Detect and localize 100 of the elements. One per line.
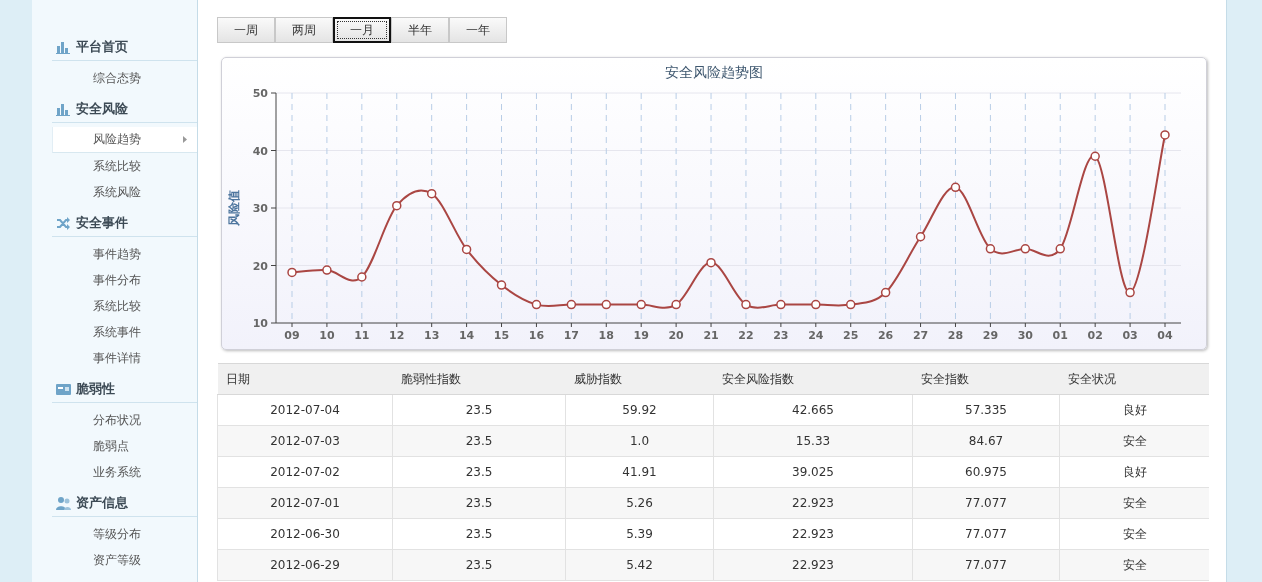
data-point (671, 299, 681, 310)
axis-label: 24 (808, 329, 824, 342)
table-cell: 22.923 (713, 487, 913, 519)
table-cell: 42.665 (713, 394, 913, 426)
table-cell: 1.0 (565, 425, 714, 457)
axis-label: 03 (1122, 329, 1138, 342)
nav-group-title: 安全事件 (76, 214, 128, 232)
table-cell: 57.335 (912, 394, 1060, 426)
card-icon (56, 382, 71, 396)
table-cell: 77.077 (912, 518, 1060, 550)
data-point (601, 299, 612, 310)
data-point (1090, 151, 1100, 161)
range-button[interactable]: 一月 (333, 17, 391, 43)
data-point (1160, 130, 1170, 140)
axis-label: 21 (703, 329, 719, 342)
column-header: 威胁指数 (565, 363, 714, 395)
table-cell: 39.025 (713, 456, 913, 488)
table-cell: 77.077 (912, 487, 1060, 519)
table-cell: 84.67 (912, 425, 1060, 457)
axis-label: 27 (912, 329, 929, 342)
nav-item[interactable]: 事件详情 (52, 345, 197, 371)
nav-item[interactable]: 业务系统 (52, 459, 197, 485)
data-point (357, 272, 367, 282)
nav-item[interactable]: 等级分布 (52, 521, 197, 547)
data-point (985, 244, 996, 254)
bar-chart-icon (56, 40, 71, 54)
axis-label: 04 (1157, 329, 1173, 342)
table-cell: 5.39 (565, 518, 714, 550)
table-cell: 2012-07-03 (217, 425, 393, 457)
nav-item[interactable]: 分布状况 (52, 407, 197, 433)
nav-item[interactable]: 系统比较 (52, 293, 197, 319)
data-point (706, 257, 716, 268)
column-header: 脆弱性指数 (392, 363, 566, 395)
axis-label: 20 (252, 259, 268, 273)
data-point (811, 299, 821, 310)
data-point (950, 182, 961, 193)
nav-item[interactable]: 事件趋势 (52, 241, 197, 267)
nav-group-title: 资产信息 (76, 494, 128, 512)
table-cell: 22.923 (713, 549, 913, 581)
table-cell: 2012-07-01 (217, 487, 393, 519)
axis-label: 11 (354, 329, 370, 342)
nav-item[interactable]: 系统比较 (52, 153, 197, 179)
column-header: 日期 (217, 363, 393, 395)
table-cell: 23.5 (392, 456, 566, 488)
data-point (1020, 244, 1031, 254)
table-cell: 23.5 (392, 549, 566, 581)
nav-item[interactable]: 风险趋势 (52, 127, 197, 153)
axis-label: 19 (633, 329, 649, 342)
axis-title: 风险值 (227, 190, 241, 226)
table-cell: 2012-07-02 (217, 456, 393, 488)
shuffle-icon (56, 216, 71, 230)
data-point (461, 244, 472, 255)
column-header: 安全状况 (1059, 363, 1209, 395)
table-cell: 安全 (1059, 425, 1209, 457)
axis-label: 25 (843, 329, 859, 342)
data-point (880, 287, 891, 298)
table-cell: 77.077 (912, 549, 1060, 581)
range-button[interactable]: 两周 (275, 17, 333, 43)
data-point (426, 188, 437, 199)
axis-label: 18 (598, 329, 614, 342)
axis-label: 16 (528, 329, 545, 342)
range-button[interactable]: 一周 (217, 17, 275, 43)
data-point (1055, 244, 1065, 254)
axis-label: 26 (878, 329, 894, 342)
table-cell: 2012-07-04 (217, 394, 393, 426)
axis-label: 17 (563, 329, 579, 342)
range-button[interactable]: 一年 (449, 17, 507, 43)
data-point (531, 299, 542, 310)
data-point (845, 299, 856, 310)
table-cell: 安全 (1059, 549, 1209, 581)
axis-label: 40 (252, 144, 268, 158)
chart-title: 安全风险趋势图 (665, 64, 763, 80)
data-point (636, 299, 646, 310)
data-point (776, 299, 786, 310)
nav-item[interactable]: 系统风险 (52, 179, 197, 205)
nav-group-title: 脆弱性 (76, 380, 115, 398)
axis-label: 10 (319, 329, 335, 342)
table-cell: 2012-06-29 (217, 549, 393, 581)
bar-chart-icon (56, 102, 71, 116)
data-point (392, 200, 402, 211)
nav-group-title: 安全风险 (76, 100, 128, 118)
nav-item[interactable]: 资产等级 (52, 547, 197, 573)
axis-label: 30 (252, 202, 268, 215)
table-cell: 23.5 (392, 487, 566, 519)
nav-item[interactable]: 脆弱点 (52, 433, 197, 459)
nav-item[interactable]: 系统事件 (52, 319, 197, 345)
table-cell: 23.5 (392, 394, 566, 426)
data-point (566, 299, 577, 310)
table-cell: 22.923 (713, 518, 913, 550)
axis-label: 29 (982, 329, 999, 342)
axis-label: 23 (773, 329, 789, 342)
nav-item[interactable]: 综合态势 (52, 65, 197, 91)
table-cell: 41.91 (565, 456, 714, 488)
nav-item[interactable]: 事件分布 (52, 267, 197, 293)
axis-label: 22 (738, 329, 754, 342)
caret-icon (183, 136, 187, 143)
table-cell: 5.26 (565, 487, 714, 519)
axis-label: 28 (947, 329, 964, 342)
axis-label: 02 (1087, 329, 1103, 342)
range-button[interactable]: 半年 (391, 17, 449, 43)
